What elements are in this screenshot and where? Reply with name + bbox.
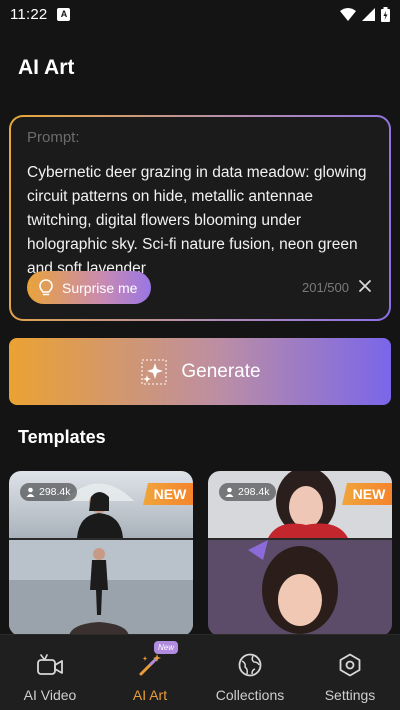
nav-item-ai-video[interactable]: AI Video xyxy=(0,635,100,710)
prompt-label: Prompt: xyxy=(27,129,80,146)
page-title: AI Art xyxy=(18,56,75,79)
character-count: 201/500 xyxy=(302,280,349,295)
status-time: 11:22 xyxy=(10,5,48,23)
usage-badge: 298.4k xyxy=(219,483,276,501)
new-badge: NEW xyxy=(342,483,392,505)
globe-icon xyxy=(236,651,264,679)
prompt-card: Prompt: Cybernetic deer grazing in data … xyxy=(9,115,391,321)
usage-count: 298.4k xyxy=(39,486,71,498)
bottom-navigation: AI Video New AI Art Collections Settings xyxy=(0,634,400,710)
hexagon-gear-icon xyxy=(336,651,364,679)
template-image xyxy=(9,540,193,636)
nav-label: AI Art xyxy=(132,687,168,703)
prompt-text[interactable]: Cybernetic deer grazing in data meadow: … xyxy=(27,161,377,281)
video-camera-icon xyxy=(36,651,64,679)
generate-button[interactable]: Generate xyxy=(9,338,391,405)
status-bar: 11:22 A xyxy=(0,0,400,28)
usage-count: 298.4k xyxy=(238,486,270,498)
prompt-input-area[interactable]: Prompt: Cybernetic deer grazing in data … xyxy=(11,117,389,319)
nav-item-ai-art[interactable]: New AI Art xyxy=(100,635,200,710)
clear-icon[interactable] xyxy=(355,276,375,296)
magic-wand-icon xyxy=(136,651,164,679)
nav-item-collections[interactable]: Collections xyxy=(200,635,300,710)
nav-label: Collections xyxy=(215,687,285,703)
templates-title: Templates xyxy=(18,427,106,447)
usage-badge: 298.4k xyxy=(20,483,77,501)
template-card[interactable]: 298.4k NEW xyxy=(9,471,193,636)
nav-label: AI Video xyxy=(23,687,77,703)
template-card[interactable]: 298.4k NEW xyxy=(208,471,392,636)
lightbulb-icon xyxy=(39,278,53,295)
status-icons xyxy=(340,6,390,22)
new-badge: NEW xyxy=(143,483,193,505)
sparkles-icon xyxy=(141,359,167,384)
template-image xyxy=(208,540,392,636)
nav-label: Settings xyxy=(324,687,376,703)
signal-icon xyxy=(362,7,375,21)
wifi-icon xyxy=(340,7,356,21)
user-icon xyxy=(26,487,35,497)
generate-label: Generate xyxy=(181,360,261,382)
battery-icon xyxy=(381,6,390,22)
new-tag: New xyxy=(154,641,179,654)
surprise-me-label: Surprise me xyxy=(62,279,138,296)
surprise-me-button[interactable]: Surprise me xyxy=(27,271,151,304)
nav-item-settings[interactable]: Settings xyxy=(300,635,400,710)
notification-icon: A xyxy=(57,7,71,21)
user-icon xyxy=(225,487,234,497)
